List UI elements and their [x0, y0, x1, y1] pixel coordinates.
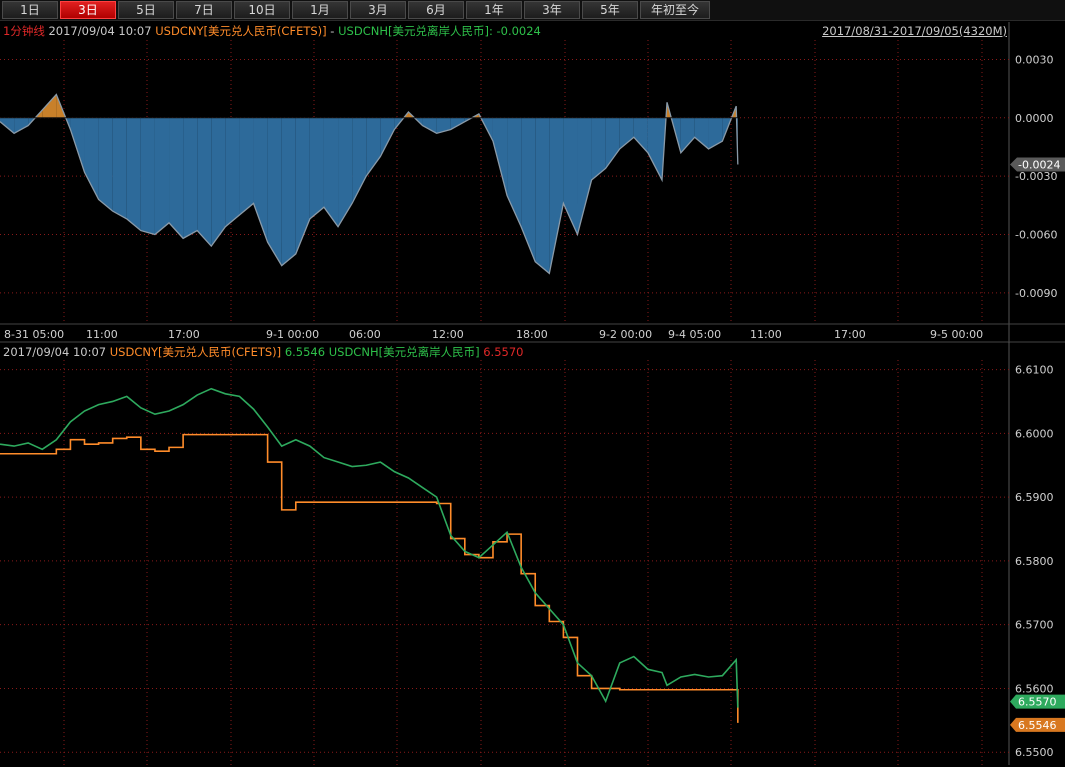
price-line-0 [0, 433, 739, 723]
cny-last-badge-text: 6.5546 [1018, 719, 1057, 732]
xtick-9: 11:00 [750, 328, 782, 341]
top-ytick-1: 0.0000 [1015, 112, 1054, 125]
top-ytick-0: 0.0030 [1015, 53, 1054, 66]
xtick-6: 18:00 [516, 328, 548, 341]
cnh-last-badge-text: 6.5570 [1018, 696, 1057, 709]
spread-area-seg-9-0 [126, 117, 141, 231]
xtick-1: 11:00 [86, 328, 118, 341]
spread-area-seg-10-0 [140, 117, 155, 235]
spread-area-seg-49-0 [680, 117, 695, 153]
price-line-1 [0, 387, 739, 708]
spread-area-seg-1-0 [14, 117, 29, 134]
spread-area-seg-50-0 [694, 117, 709, 149]
spread-area-seg-30-0 [422, 117, 437, 134]
spread-area-seg-44-0 [619, 117, 634, 149]
xtick-2: 17:00 [168, 328, 200, 341]
bottom-ytick-5: 6.5600 [1015, 682, 1054, 695]
spread-area-seg-45-0 [633, 117, 648, 153]
spread-area-seg-46-0 [647, 117, 662, 181]
spread-area-seg-38-0 [535, 117, 550, 274]
spread-area-seg-11-0 [154, 117, 170, 235]
top-ytick-4: -0.0090 [1015, 287, 1057, 300]
xtick-10: 17:00 [834, 328, 866, 341]
spread-area-seg-13-0 [183, 117, 198, 239]
spread-area-seg-21-0 [295, 117, 310, 254]
bottom-ytick-1: 6.6000 [1015, 427, 1054, 440]
bottom-ytick-2: 6.5900 [1015, 491, 1054, 504]
spread-area-seg-39-0 [549, 117, 564, 274]
xtick-0: 8-31 05:00 [4, 328, 64, 341]
spread-last-badge-text: -0.0024 [1018, 158, 1060, 171]
bottom-ytick-4: 6.5700 [1015, 619, 1054, 632]
spread-area-seg-40-0 [563, 117, 578, 235]
xtick-3: 9-1 00:00 [266, 328, 319, 341]
top-ytick-2: -0.0030 [1015, 170, 1057, 183]
xtick-8: 9-4 05:00 [668, 328, 721, 341]
spread-area-seg-51-0 [708, 117, 723, 149]
spread-area-seg-15-0 [211, 117, 226, 247]
spread-area-seg-43-0 [605, 117, 620, 169]
spread-area-seg-37-0 [521, 117, 536, 262]
spread-area-seg-14-0 [197, 117, 212, 247]
spread-area-seg-3-0 [42, 94, 57, 118]
spread-area-seg-12-0 [169, 117, 184, 239]
spread-area-seg-27-0 [380, 117, 395, 157]
chart-canvas[interactable]: 0.0030 0.0000 -0.0030 -0.0060 -0.0090 -0.0024… [0, 0, 1065, 767]
xtick-7: 9-2 00:00 [599, 328, 652, 341]
bottom-ytick-3: 6.5800 [1015, 555, 1054, 568]
xtick-5: 12:00 [432, 328, 464, 341]
spread-area-seg-7-0 [98, 117, 113, 212]
spread-area-seg-17-0 [239, 117, 254, 216]
spread-area-seg-24-0 [338, 117, 353, 227]
xtick-11: 9-5 00:00 [930, 328, 983, 341]
top-ytick-3: -0.0060 [1015, 228, 1057, 241]
spread-area-seg-41-0 [577, 117, 592, 235]
xtick-4: 06:00 [349, 328, 381, 341]
bottom-ytick-0: 6.6100 [1015, 364, 1054, 377]
spread-area-seg-16-0 [225, 117, 240, 227]
spread-area-seg-20-0 [281, 117, 296, 266]
spread-area-seg-35-0 [492, 117, 508, 196]
spread-area-seg-22-0 [309, 117, 324, 219]
spread-area-seg-19-0 [267, 117, 282, 266]
bottom-ytick-6: 6.5500 [1015, 746, 1054, 759]
spread-area-seg-8-0 [112, 117, 127, 219]
